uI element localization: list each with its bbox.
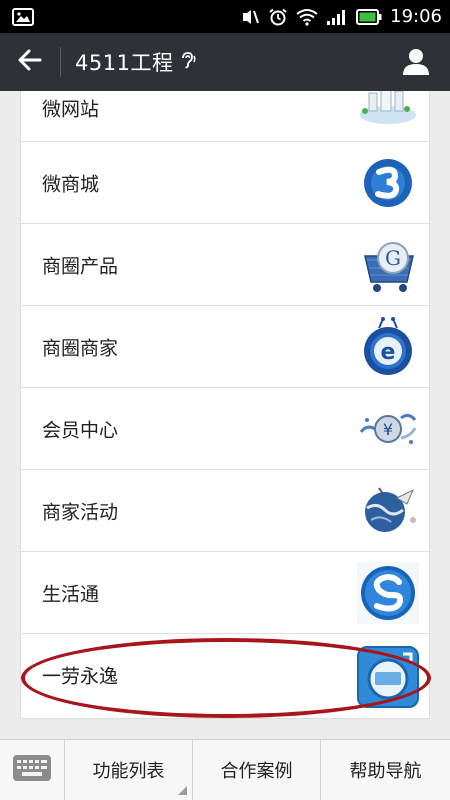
list-item-once-for-all[interactable]: 一劳永逸 — [21, 634, 429, 716]
list-item-life-pass[interactable]: 生活通 — [21, 552, 429, 634]
list-item-label: 生活通 — [42, 583, 100, 605]
list-item-micro-mall[interactable]: 微商城 — [21, 142, 429, 224]
list-item-products[interactable]: 商圈产品 G — [21, 224, 429, 306]
submenu-indicator-icon — [178, 786, 187, 795]
list-item-merchants[interactable]: 商圈商家 e — [21, 306, 429, 388]
profile-icon — [400, 49, 432, 82]
battery-icon — [356, 8, 382, 25]
status-time: 19:06 — [390, 6, 442, 27]
profile-button[interactable] — [400, 46, 432, 78]
alarm-icon — [268, 8, 288, 26]
member-icon: ¥ — [357, 398, 419, 460]
product-icon: G — [357, 234, 419, 296]
svg-text:¥: ¥ — [383, 420, 393, 439]
title-divider — [60, 47, 61, 77]
list-item-label: 商家活动 — [42, 501, 119, 523]
signal-icon — [326, 8, 348, 26]
list-item-label: 微商城 — [42, 173, 100, 195]
list-item-micro-site[interactable]: 微网站 — [21, 91, 429, 142]
wifi-icon — [296, 8, 318, 26]
merchant-icon: e — [357, 316, 419, 378]
back-arrow-icon — [18, 49, 42, 75]
list-item-label: 一劳永逸 — [42, 665, 119, 688]
ear-icon — [179, 50, 197, 74]
life-icon — [357, 562, 419, 624]
list-item-label: 商圈产品 — [42, 255, 119, 277]
image-notification-icon — [12, 7, 34, 26]
title-bar: 4511工程 — [0, 33, 450, 91]
list-item-label: 微网站 — [42, 98, 100, 121]
menu-cases[interactable]: 合作案例 — [193, 740, 321, 800]
mall-icon — [357, 152, 419, 214]
list-item-member-center[interactable]: 会员中心 ¥ — [21, 388, 429, 470]
menu-label: 帮助导航 — [349, 761, 422, 782]
function-list: 微网站 微商城 商圈产品 G 商圈商家 e 会员中心 ¥ 商家活动 生活通 一劳… — [20, 91, 430, 719]
page-title: 4511工程 — [75, 47, 197, 77]
svg-text:G: G — [385, 246, 401, 270]
activity-icon — [357, 480, 419, 542]
menu-function-list[interactable]: 功能列表 — [65, 740, 193, 800]
svg-text:e: e — [381, 340, 396, 365]
keyboard-toggle-button[interactable] — [0, 740, 65, 800]
page-title-text: 4511工程 — [75, 51, 174, 75]
list-item-label: 商圈商家 — [42, 337, 119, 359]
site-icon — [357, 91, 419, 131]
menu-label: 功能列表 — [92, 761, 165, 782]
app-icon — [357, 646, 419, 708]
mute-icon — [240, 8, 260, 26]
keyboard-icon — [12, 751, 52, 789]
list-item-label: 会员中心 — [42, 419, 119, 441]
menu-label: 合作案例 — [220, 761, 293, 782]
bottom-menu: 功能列表 合作案例 帮助导航 — [0, 739, 450, 800]
back-button[interactable] — [0, 33, 60, 91]
list-item-merchant-activities[interactable]: 商家活动 — [21, 470, 429, 552]
menu-help[interactable]: 帮助导航 — [321, 740, 450, 800]
status-bar: 19:06 — [0, 0, 450, 33]
